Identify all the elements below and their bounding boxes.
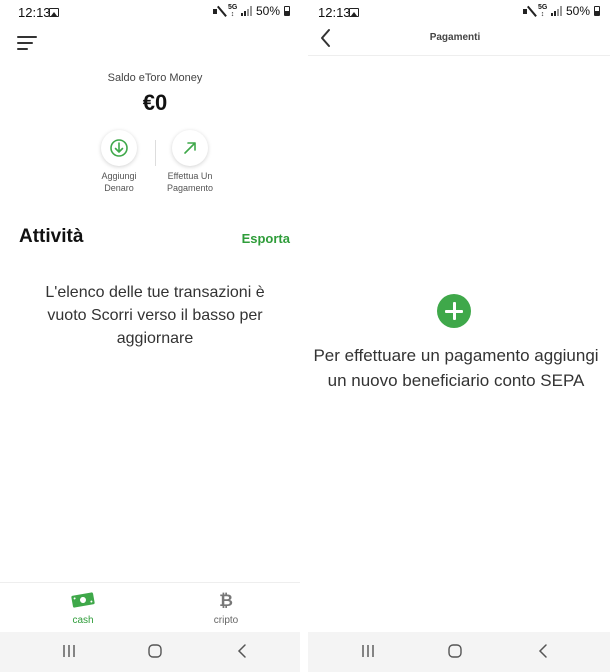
balance-value: €0	[142, 90, 168, 115]
export-link[interactable]: Esporta	[242, 231, 290, 246]
tab-crypto-label: cripto	[213, 615, 239, 626]
gallery-notification-icon	[49, 8, 59, 17]
tab-crypto[interactable]: ₿ cripto	[176, 589, 276, 626]
home-icon[interactable]	[447, 642, 463, 660]
download-icon	[101, 130, 137, 166]
add-beneficiary-message-line2: un nuovo beneficiario conto SEPA	[327, 371, 585, 390]
mute-icon	[522, 6, 534, 17]
recent-apps-icon[interactable]	[361, 642, 375, 660]
svg-text:₿: ₿	[219, 591, 233, 610]
tab-cash-label: cash	[72, 615, 94, 626]
system-nav-bar	[0, 632, 300, 672]
gallery-notification-icon	[349, 8, 359, 17]
back-nav-icon[interactable]	[235, 642, 249, 660]
add-money-button[interactable]: Aggiungi Denaro	[79, 130, 159, 194]
battery-percent-right: 50%	[565, 4, 590, 18]
status-time-right: 12:13	[318, 5, 351, 20]
make-payment-label-2: Pagamento	[166, 183, 214, 193]
tab-cash[interactable]: cash	[33, 589, 133, 626]
network-5g-icon: 5G ↕	[537, 4, 548, 18]
bitcoin-icon: ₿	[176, 589, 276, 611]
add-money-label-2: Denaro	[104, 183, 134, 193]
balance-label: Saldo eToro Money	[107, 72, 203, 84]
payments-header: Pagamenti	[308, 24, 610, 56]
home-icon[interactable]	[147, 642, 163, 660]
mute-icon	[212, 6, 224, 17]
status-bar: 12:13 5G ↕ 50%	[0, 0, 300, 24]
status-bar-right: 12:13 5G ↕ 50%	[308, 0, 610, 24]
banknote-icon	[33, 589, 133, 611]
add-beneficiary-message: Per effettuare un pagamento aggiungi un …	[308, 343, 610, 393]
signal-icon	[550, 6, 562, 16]
arrow-up-right-icon	[172, 130, 208, 166]
system-nav-bar-right	[308, 632, 610, 672]
make-payment-button[interactable]: Effettua Un Pagamento	[150, 130, 230, 194]
activity-title: Attività	[19, 226, 84, 247]
screen-gap	[300, 0, 308, 672]
payments-screen: 12:13 5G ↕ 50% Pagamenti Per effettuare u…	[308, 0, 610, 672]
add-beneficiary-button[interactable]	[437, 294, 471, 328]
cash-screen: 12:13 5G ↕ 50% Saldo eToro Money €0 Aggiu…	[0, 0, 300, 672]
recent-apps-icon[interactable]	[62, 642, 76, 660]
menu-icon[interactable]	[17, 36, 37, 50]
status-time: 12:13	[18, 5, 51, 20]
make-payment-label-1: Effettua Un	[167, 171, 213, 181]
signal-icon	[240, 6, 252, 16]
page-title: Pagamenti	[429, 32, 481, 43]
bottom-tab-bar: cash ₿ cripto	[0, 582, 300, 632]
add-beneficiary-message-line1: Per effettuare un pagamento aggiungi	[313, 346, 599, 365]
back-nav-icon[interactable]	[536, 642, 550, 660]
battery-icon	[594, 6, 600, 16]
empty-transactions-message: L'elenco delle tue transazioni è vuoto S…	[45, 284, 265, 347]
battery-percent: 50%	[255, 4, 280, 18]
add-money-label-1: Aggiungi	[101, 171, 137, 181]
network-5g-icon: 5G ↕	[227, 4, 238, 18]
battery-icon	[284, 6, 290, 16]
